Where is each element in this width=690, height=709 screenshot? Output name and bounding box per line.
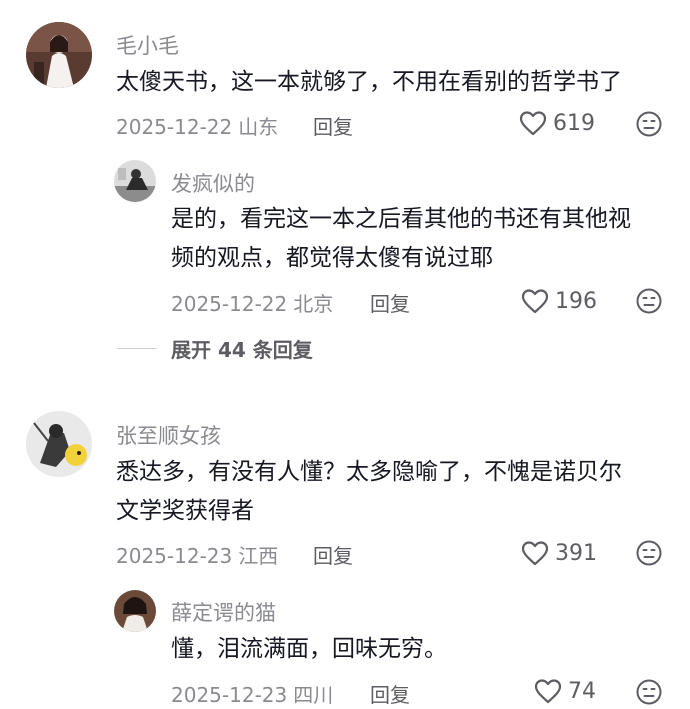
- neutral-face-icon: [636, 111, 662, 137]
- dislike-button[interactable]: [636, 288, 662, 314]
- comment-meta: 2025-12-23 江西: [116, 540, 278, 569]
- heart-outline-icon: [521, 288, 549, 314]
- dislike-button[interactable]: [636, 679, 662, 705]
- like-count: 619: [553, 110, 595, 136]
- comment-author[interactable]: 张至顺女孩: [116, 420, 221, 450]
- comment-location: 山东: [238, 115, 279, 139]
- comment-date: 2025-12-23: [116, 544, 233, 568]
- comment-text: 懂，泪流满面，回味无穷。: [171, 636, 447, 662]
- comment-text-line-2: 文学奖获得者: [116, 498, 254, 524]
- heart-outline-icon: [521, 540, 549, 566]
- comment-location: 四川: [293, 683, 334, 707]
- comment-date: 2025-12-22: [171, 292, 288, 316]
- dislike-button[interactable]: [636, 111, 662, 137]
- neutral-face-icon: [636, 679, 662, 705]
- comment-text-line-1: 是的，看完这一本之后看其他的书还有其他视: [171, 206, 631, 232]
- comment-author[interactable]: 发疯似的: [171, 168, 255, 198]
- comment-text: 太傻天书，这一本就够了，不用在看别的哲学书了: [116, 69, 622, 95]
- reply-button[interactable]: 回复: [313, 540, 353, 569]
- avatar[interactable]: [26, 411, 92, 477]
- avatar[interactable]: [114, 590, 156, 632]
- reply-button[interactable]: 回复: [370, 679, 410, 708]
- heart-outline-icon: [534, 678, 562, 704]
- like-button[interactable]: 74: [534, 678, 596, 704]
- comment-location: 江西: [238, 544, 279, 568]
- neutral-face-icon: [636, 288, 662, 314]
- avatar[interactable]: [114, 160, 156, 202]
- like-count: 391: [555, 540, 597, 566]
- avatar[interactable]: [26, 22, 92, 88]
- reply-button[interactable]: 回复: [370, 288, 410, 317]
- reply-button[interactable]: 回复: [313, 111, 353, 140]
- comment-meta: 2025-12-22 山东: [116, 111, 278, 140]
- comment-text-line-2: 频的观点，都觉得太傻有说过耶: [171, 245, 493, 271]
- like-button[interactable]: 196: [521, 288, 597, 314]
- comment-meta: 2025-12-22 北京: [171, 288, 333, 317]
- dislike-button[interactable]: [636, 540, 662, 566]
- comment-date: 2025-12-22: [116, 115, 233, 139]
- heart-outline-icon: [519, 110, 547, 136]
- divider: [117, 348, 157, 349]
- expand-replies-button[interactable]: 展开 44 条回复: [117, 334, 313, 363]
- expand-replies-label: 展开 44 条回复: [171, 338, 313, 362]
- like-button[interactable]: 619: [519, 110, 595, 136]
- comment-meta: 2025-12-23 四川: [171, 679, 333, 708]
- neutral-face-icon: [636, 540, 662, 566]
- comment-author[interactable]: 薛定谔的猫: [171, 597, 276, 627]
- comment-text-line-1: 悉达多，有没有人懂？太多隐喻了，不愧是诺贝尔: [116, 459, 622, 485]
- comment-date: 2025-12-23: [171, 683, 288, 707]
- like-count: 196: [555, 288, 597, 314]
- comment-location: 北京: [293, 292, 334, 316]
- like-count: 74: [568, 678, 596, 704]
- comment-author[interactable]: 毛小毛: [116, 30, 179, 60]
- like-button[interactable]: 391: [521, 540, 597, 566]
